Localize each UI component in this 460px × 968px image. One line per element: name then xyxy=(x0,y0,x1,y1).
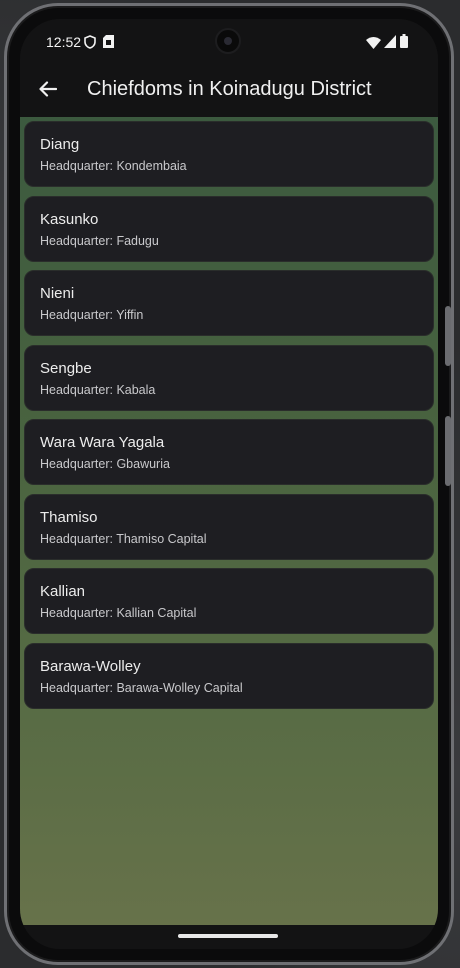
chiefdom-name: Diang xyxy=(40,136,80,153)
chiefdom-headquarter: Headquarter: Fadugu xyxy=(40,233,433,249)
chiefdom-card[interactable]: Wara Wara Yagala Headquarter: Gbawuria xyxy=(24,419,434,485)
chiefdom-headquarter: Headquarter: Barawa-Wolley Capital xyxy=(40,680,433,696)
chiefdom-headquarter: Headquarter: Kabala xyxy=(40,382,433,398)
headquarter-label: Headquarter: xyxy=(40,308,117,322)
chiefdom-headquarter: Headquarter: Kondembaia xyxy=(40,158,433,174)
chiefdom-headquarter: Headquarter: Yiffin xyxy=(40,307,433,323)
headquarter-value: Kallian Capital xyxy=(116,606,197,620)
chiefdom-name: Sengbe xyxy=(40,359,92,377)
gesture-nav-bar xyxy=(20,925,438,949)
chiefdom-name: Nieni xyxy=(40,285,75,302)
chiefdom-card[interactable]: Thamiso Headquarter: Thamiso Capital xyxy=(24,493,434,560)
headquarter-value: Barawa-Wolley Capital xyxy=(116,680,243,695)
arrow-left-icon xyxy=(39,80,58,102)
front-camera xyxy=(215,28,241,54)
volume-button xyxy=(445,306,451,366)
headquarter-label: Headquarter: xyxy=(40,159,117,173)
chiefdom-name: Wara Wara Yagala xyxy=(40,434,165,451)
headquarter-value: Kondembaia xyxy=(116,159,187,173)
chiefdom-name: Kasunko xyxy=(40,210,99,228)
chiefdom-card[interactable]: Kasunko Headquarter: Fadugu xyxy=(24,195,434,262)
status-time: 12:52 xyxy=(46,34,82,50)
chiefdom-list: Diang Headquarter: Kondembaia Kasunko Headq… xyxy=(24,121,434,717)
headquarter-label: Headquarter: xyxy=(40,680,117,695)
headquarter-value: Yiffin xyxy=(116,308,144,322)
chiefdom-headquarter: Headquarter: Kallian Capital xyxy=(40,605,433,621)
chiefdom-card[interactable]: Sengbe Headquarter: Kabala xyxy=(24,344,434,411)
headquarter-value: Kabala xyxy=(116,382,156,397)
status-bar: 12:52 xyxy=(20,19,438,65)
battery-icon xyxy=(400,34,408,53)
headquarter-label: Headquarter: xyxy=(40,531,117,546)
chiefdom-headquarter: Headquarter: Thamiso Capital xyxy=(40,531,433,547)
sim-card-icon xyxy=(103,35,114,53)
headquarter-label: Headquarter: xyxy=(40,233,117,248)
app-bar: Chiefdoms in Koinadugu District xyxy=(20,65,438,117)
headquarter-label: Headquarter: xyxy=(40,382,117,397)
shield-icon xyxy=(84,35,96,54)
chiefdom-card[interactable]: Barawa-Wolley Headquarter: Barawa-Wolley … xyxy=(24,642,434,709)
chiefdom-card[interactable]: Diang Headquarter: Kondembaia xyxy=(24,121,434,187)
headquarter-label: Headquarter: xyxy=(40,457,117,471)
page-title: Chiefdoms in Koinadugu District xyxy=(87,78,372,100)
chiefdom-list-area[interactable]: Diang Headquarter: Kondembaia Kasunko Headq… xyxy=(20,117,438,925)
chiefdom-headquarter: Headquarter: Gbawuria xyxy=(40,456,433,472)
cellular-signal-icon xyxy=(384,35,396,53)
wifi-icon xyxy=(366,36,381,54)
phone-screen: 12:52 Chiefdoms in Koinadugu District Di… xyxy=(20,19,438,949)
chiefdom-name: Barawa-Wolley xyxy=(40,657,141,675)
headquarter-value: Thamiso Capital xyxy=(116,531,207,546)
power-button xyxy=(445,416,451,486)
headquarter-label: Headquarter: xyxy=(40,606,117,620)
chiefdom-name: Kallian xyxy=(40,583,86,600)
chiefdom-card[interactable]: Kallian Headquarter: Kallian Capital xyxy=(24,568,434,634)
back-button[interactable] xyxy=(34,77,62,105)
headquarter-value: Gbawuria xyxy=(116,457,170,471)
headquarter-value: Fadugu xyxy=(116,233,159,248)
home-indicator[interactable] xyxy=(178,934,278,938)
chiefdom-name: Thamiso xyxy=(40,508,98,526)
chiefdom-card[interactable]: Nieni Headquarter: Yiffin xyxy=(24,270,434,336)
